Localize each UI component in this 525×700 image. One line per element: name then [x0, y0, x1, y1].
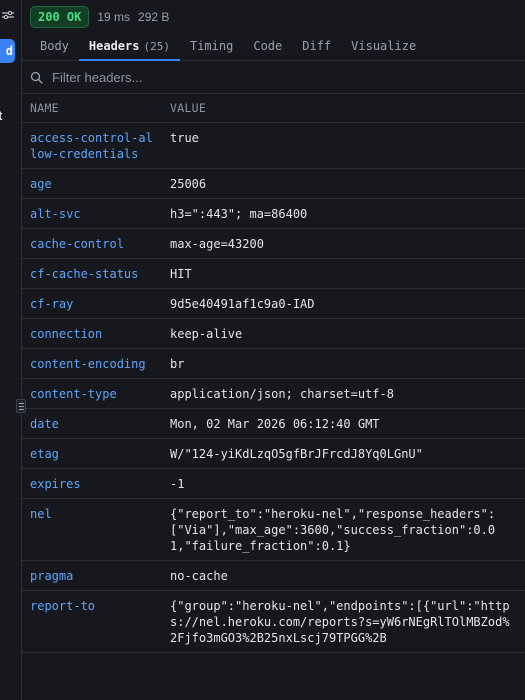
- table-row: cache-control max-age=43200: [22, 229, 525, 259]
- header-value: HIT: [170, 267, 192, 281]
- table-row: access-control-allow-credentials true: [22, 123, 525, 169]
- response-panel: 200 OK 19 ms 292 B Body Headers (25) Timi…: [22, 0, 525, 700]
- header-name: etag: [30, 447, 59, 461]
- table-row: pragma no-cache: [22, 561, 525, 591]
- table-header: NAME VALUE: [22, 94, 525, 123]
- header-name: cache-control: [30, 237, 124, 251]
- table-row: date Mon, 02 Mar 2026 06:12:40 GMT: [22, 409, 525, 439]
- left-panel-edge: d t: [0, 0, 22, 700]
- header-value: br: [170, 357, 185, 371]
- header-name: age: [30, 177, 52, 191]
- table-row: cf-ray 9d5e40491af1c9a0-IAD: [22, 289, 525, 319]
- header-name: cf-cache-status: [30, 267, 139, 281]
- response-tabs: Body Headers (25) Timing Code Diff Visual…: [22, 33, 525, 61]
- header-name: alt-svc: [30, 207, 81, 221]
- headers-count: (25): [143, 40, 170, 53]
- tab-timing[interactable]: Timing: [180, 33, 243, 60]
- table-row: age 25006: [22, 169, 525, 199]
- table-row: report-to {"group":"heroku-nel","endpoin…: [22, 591, 525, 653]
- tab-diff[interactable]: Diff: [292, 33, 341, 60]
- header-value: {"report_to":"heroku-nel","response_head…: [170, 507, 496, 553]
- header-name: access-control-allow-credentials: [30, 131, 153, 161]
- header-value: {"group":"heroku-nel","endpoints":[{"url…: [170, 599, 510, 645]
- status-badge: 200 OK: [30, 5, 90, 28]
- table-row: expires -1: [22, 469, 525, 499]
- header-value: application/json; charset=utf-8: [170, 387, 394, 401]
- header-value: 25006: [170, 177, 207, 191]
- header-value: W/"124-yiKdLzqO5gfBrJFrcdJ8Yq0LGnU": [170, 447, 423, 461]
- tab-headers[interactable]: Headers (25): [78, 33, 181, 61]
- table-row: content-type application/json; charset=u…: [22, 379, 525, 409]
- panel-resize-handle[interactable]: [16, 399, 26, 413]
- search-icon: [30, 71, 43, 84]
- header-name: content-type: [30, 387, 117, 401]
- header-value: keep-alive: [170, 327, 243, 341]
- headers-table: access-control-allow-credentials true ag…: [22, 123, 525, 653]
- settings-sliders-icon[interactable]: [2, 10, 14, 20]
- response-status-bar: 200 OK 19 ms 292 B: [22, 0, 525, 33]
- header-name: nel: [30, 507, 52, 521]
- header-name: report-to: [30, 599, 96, 613]
- filter-bar: [22, 61, 525, 94]
- send-button[interactable]: d: [0, 39, 15, 63]
- header-value: Mon, 02 Mar 2026 06:12:40 GMT: [170, 417, 380, 431]
- response-size: 292 B: [138, 9, 170, 24]
- table-row: alt-svc h3=":443"; ma=86400: [22, 199, 525, 229]
- tab-body[interactable]: Body: [30, 33, 79, 60]
- header-value: max-age=43200: [170, 237, 264, 251]
- table-row: connection keep-alive: [22, 319, 525, 349]
- column-value-header: VALUE: [170, 101, 207, 115]
- header-value: -1: [170, 477, 185, 491]
- header-name: expires: [30, 477, 81, 491]
- table-row: nel {"report_to":"heroku-nel","response_…: [22, 499, 525, 561]
- header-value: h3=":443"; ma=86400: [170, 207, 308, 221]
- column-name-header: NAME: [30, 101, 59, 115]
- filter-headers-input[interactable]: [50, 68, 434, 86]
- table-row: cf-cache-status HIT: [22, 259, 525, 289]
- header-name: date: [30, 417, 59, 431]
- left-panel-text: t: [0, 108, 8, 123]
- header-name: pragma: [30, 569, 74, 583]
- header-name: cf-ray: [30, 297, 74, 311]
- header-value: 9d5e40491af1c9a0-IAD: [170, 297, 315, 311]
- table-row: content-encoding br: [22, 349, 525, 379]
- response-time: 19 ms: [97, 9, 131, 24]
- header-name: content-encoding: [30, 357, 146, 371]
- tab-code[interactable]: Code: [243, 33, 292, 60]
- header-value: no-cache: [170, 569, 228, 583]
- header-name: connection: [30, 327, 103, 341]
- table-row: etag W/"124-yiKdLzqO5gfBrJFrcdJ8Yq0LGnU": [22, 439, 525, 469]
- header-value: true: [170, 131, 199, 145]
- tab-visualize[interactable]: Visualize: [341, 33, 426, 60]
